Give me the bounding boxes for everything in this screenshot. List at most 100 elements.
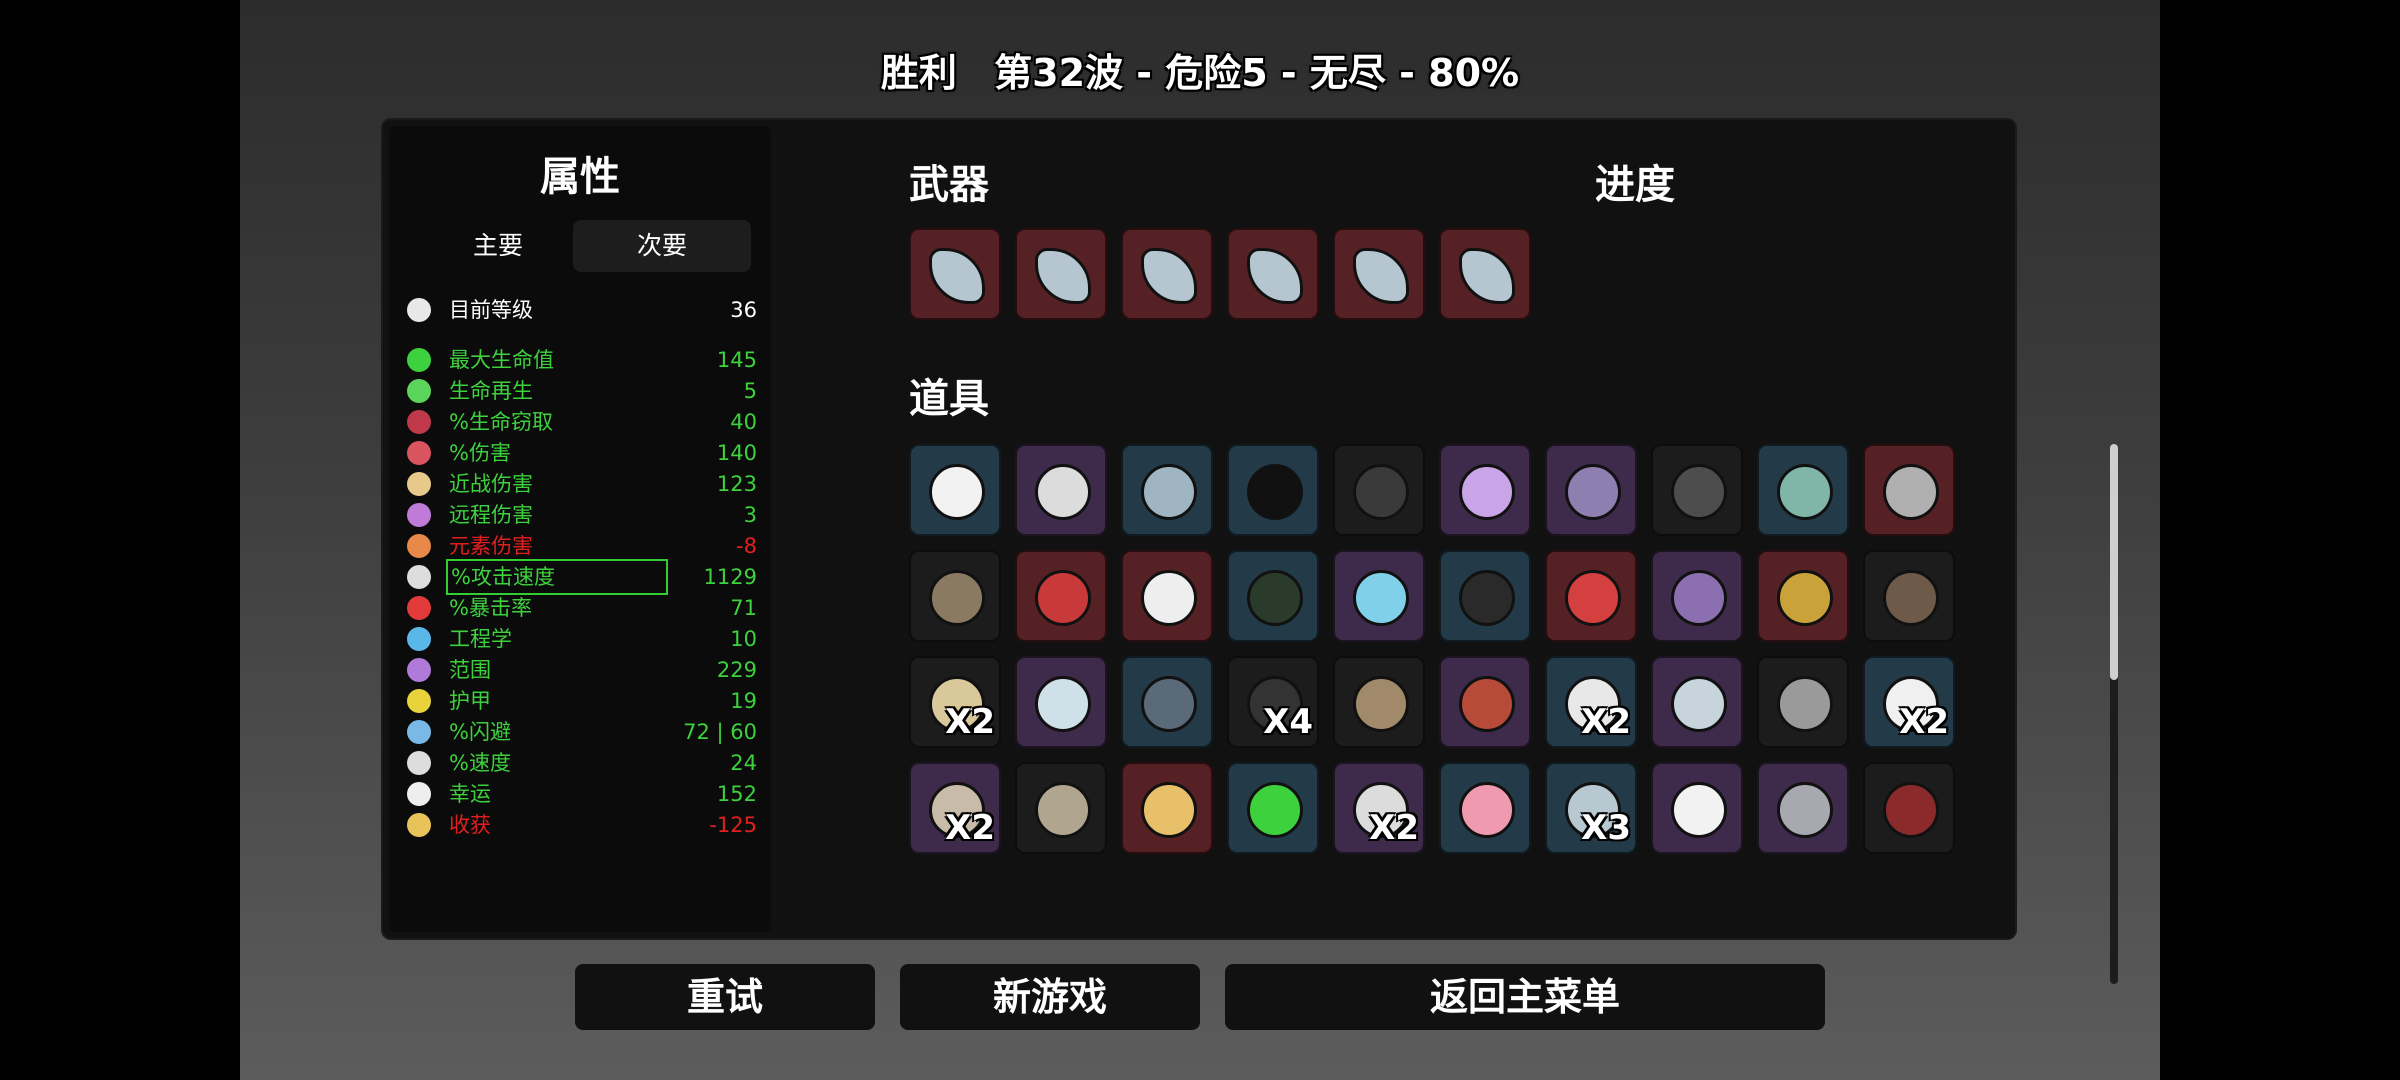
item-slot[interactable]: X2	[1863, 656, 1955, 748]
stat-row[interactable]: %闪避 72 | 60	[407, 717, 757, 747]
helmet-icon	[1777, 676, 1833, 732]
stat-label: 工程学	[449, 627, 512, 651]
lamp-icon	[1141, 464, 1197, 520]
item-slot[interactable]	[1121, 656, 1213, 748]
melee-icon	[407, 472, 431, 496]
stat-row[interactable]: 最大生命值 145	[407, 345, 757, 375]
item-slot[interactable]	[1651, 550, 1743, 642]
stat-row[interactable]: 生命再生 5	[407, 376, 757, 406]
weapon-slot[interactable]	[1439, 228, 1531, 320]
stat-row[interactable]: 收获 -125	[407, 810, 757, 840]
item-slot[interactable]	[1333, 550, 1425, 642]
progress-heading: 进度	[1595, 162, 1675, 208]
stats-panel: 属性 主要 次要 目前等级 36 最大生命值 145 生命再生 5 %生命窃取 40 %伤害…	[389, 126, 771, 932]
item-slot[interactable]	[1757, 444, 1849, 536]
item-count-badge: X3	[1581, 808, 1631, 848]
item-slot[interactable]	[1545, 550, 1637, 642]
item-slot[interactable]	[909, 550, 1001, 642]
stat-row[interactable]: 护甲 19	[407, 686, 757, 716]
item-slot[interactable]	[1651, 656, 1743, 748]
item-slot[interactable]	[1121, 444, 1213, 536]
stat-label: %暴击率	[449, 596, 532, 620]
item-slot[interactable]: X3	[1545, 762, 1637, 854]
red-cape-icon	[1035, 570, 1091, 626]
item-slot[interactable]	[1227, 550, 1319, 642]
new-game-button[interactable]: 新游戏	[900, 964, 1200, 1030]
item-slot[interactable]	[1121, 550, 1213, 642]
item-slot[interactable]: X2	[1333, 762, 1425, 854]
stat-label: 生命再生	[449, 379, 533, 403]
item-slot[interactable]	[1863, 550, 1955, 642]
green-potion-icon	[1247, 782, 1303, 838]
weapon-slot[interactable]	[1015, 228, 1107, 320]
item-slot[interactable]	[1439, 762, 1531, 854]
stat-row[interactable]: %暴击率 71	[407, 593, 757, 623]
stat-row[interactable]: 工程学 10	[407, 624, 757, 654]
crystal-shard-icon	[1035, 248, 1091, 304]
item-slot[interactable]	[1757, 550, 1849, 642]
stat-row[interactable]: %生命窃取 40	[407, 407, 757, 437]
black-cloth-icon	[1459, 570, 1515, 626]
heart-icon	[407, 348, 431, 372]
cloaked-cat-icon	[1353, 464, 1409, 520]
crit-icon	[407, 596, 431, 620]
stat-row[interactable]: 近战伤害 123	[407, 469, 757, 499]
robot-spider-icon	[1883, 464, 1939, 520]
weapon-slot[interactable]	[1121, 228, 1213, 320]
stat-label: 元素伤害	[449, 534, 533, 558]
item-slot[interactable]: X2	[909, 656, 1001, 748]
item-slot[interactable]: X2	[1545, 656, 1637, 748]
item-slot[interactable]	[1651, 762, 1743, 854]
item-count-badge: X2	[1899, 702, 1949, 742]
item-slot[interactable]	[1757, 762, 1849, 854]
item-slot[interactable]	[1015, 550, 1107, 642]
stat-label: %速度	[449, 751, 511, 775]
weapon-slot[interactable]	[1227, 228, 1319, 320]
tab-primary-stats[interactable]: 主要	[409, 220, 587, 272]
main-menu-button[interactable]: 返回主菜单	[1225, 964, 1825, 1030]
item-slot[interactable]	[1015, 762, 1107, 854]
stat-value: 19	[730, 689, 757, 713]
sunglasses-icon	[1247, 464, 1303, 520]
weapon-slot[interactable]	[1333, 228, 1425, 320]
item-slot[interactable]	[1439, 656, 1531, 748]
stat-value: 1129	[703, 565, 757, 589]
red-hoodie-icon	[1565, 570, 1621, 626]
item-slot[interactable]	[1015, 444, 1107, 536]
binoculars-icon	[1247, 570, 1303, 626]
item-slot[interactable]	[1545, 444, 1637, 536]
stat-label: 收获	[449, 813, 491, 837]
stat-row[interactable]: %速度 24	[407, 748, 757, 778]
item-slot[interactable]	[1439, 550, 1531, 642]
retry-button[interactable]: 重试	[575, 964, 875, 1030]
weapons-heading: 武器	[909, 162, 989, 208]
item-slot[interactable]	[1015, 656, 1107, 748]
item-slot[interactable]: X2	[909, 762, 1001, 854]
item-slot[interactable]	[1439, 444, 1531, 536]
stat-row[interactable]: %攻击速度 1129	[407, 559, 757, 595]
run-result-title: 胜利 第32波 - 危险5 - 无尽 - 80%	[240, 42, 2160, 97]
hedgehog-icon	[1883, 570, 1939, 626]
item-slot[interactable]	[1757, 656, 1849, 748]
dodge-icon	[407, 720, 431, 744]
items-scrollbar-thumb[interactable]	[2110, 444, 2118, 680]
stat-row[interactable]: 远程伤害 3	[407, 500, 757, 530]
stat-row[interactable]: 幸运 152	[407, 779, 757, 809]
item-slot[interactable]	[1333, 444, 1425, 536]
item-slot[interactable]	[1333, 656, 1425, 748]
item-slot[interactable]	[1121, 762, 1213, 854]
item-slot[interactable]: X4	[1227, 656, 1319, 748]
item-slot[interactable]	[1227, 762, 1319, 854]
tab-secondary-stats[interactable]: 次要	[573, 220, 751, 272]
stat-row[interactable]: 元素伤害 -8	[407, 531, 757, 561]
stat-row[interactable]: %伤害 140	[407, 438, 757, 468]
item-slot[interactable]	[1651, 444, 1743, 536]
stat-label: 护甲	[449, 689, 491, 713]
item-slot[interactable]	[1863, 444, 1955, 536]
stat-row[interactable]: 范围 229	[407, 655, 757, 685]
item-slot[interactable]	[909, 444, 1001, 536]
stat-value: 145	[716, 348, 757, 372]
item-slot[interactable]	[1227, 444, 1319, 536]
weapon-slot[interactable]	[909, 228, 1001, 320]
item-slot[interactable]	[1863, 762, 1955, 854]
